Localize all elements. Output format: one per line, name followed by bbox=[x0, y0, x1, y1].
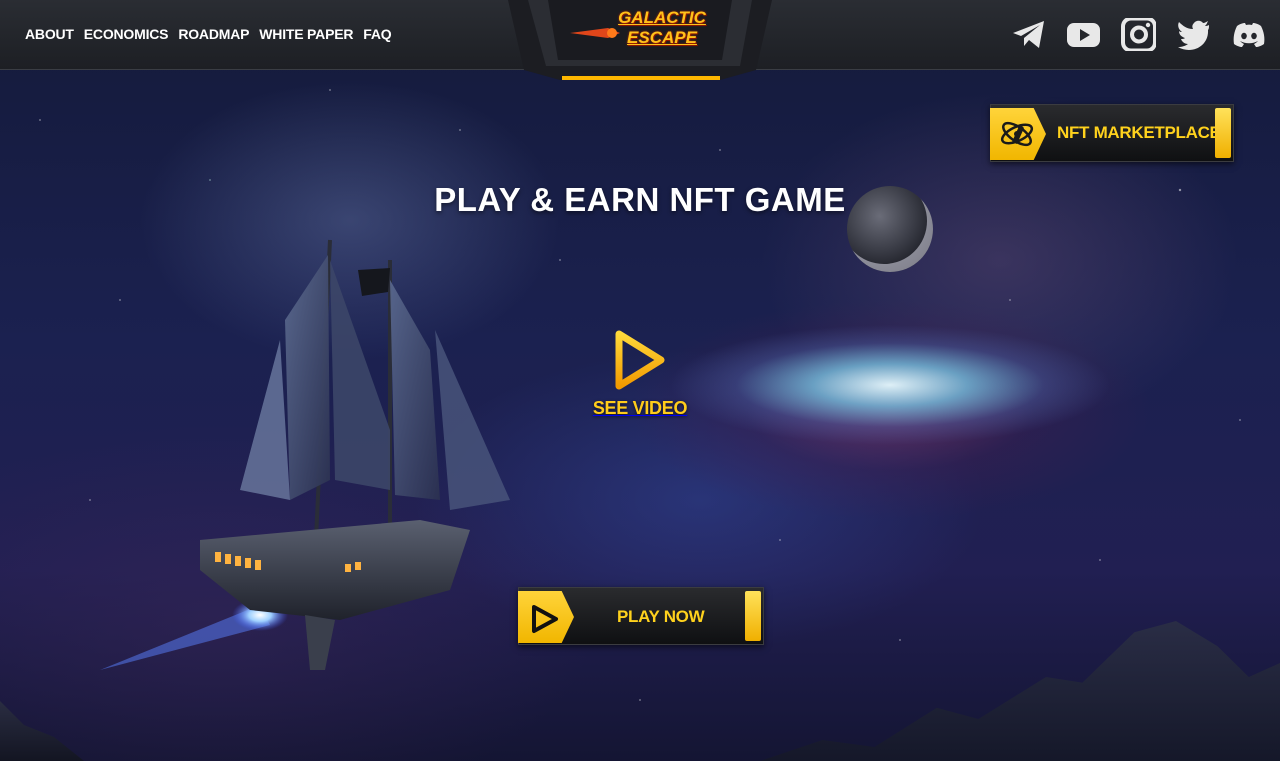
play-now-button[interactable]: PLAY NOW bbox=[518, 587, 764, 645]
nav-faq[interactable]: FAQ bbox=[363, 26, 391, 42]
telegram-icon[interactable] bbox=[1011, 18, 1046, 51]
nav-economics[interactable]: ECONOMICS bbox=[84, 26, 169, 42]
play-button-end-cap bbox=[745, 591, 761, 641]
see-video-label: SEE VIDEO bbox=[592, 398, 688, 418]
youtube-icon[interactable] bbox=[1066, 18, 1101, 51]
twitter-icon[interactable] bbox=[1176, 18, 1211, 51]
nft-marketplace-label: NFT MARKETPLACE bbox=[1057, 123, 1221, 142]
nft-marketplace-button[interactable]: NFT MARKETPLACE bbox=[990, 104, 1234, 162]
discord-icon[interactable] bbox=[1231, 18, 1266, 51]
hero-headline: PLAY & EARN NFT GAME bbox=[434, 181, 846, 218]
play-icon bbox=[615, 330, 665, 390]
play-triangle-icon bbox=[532, 605, 558, 633]
instagram-icon[interactable] bbox=[1121, 18, 1156, 51]
nft-badge bbox=[990, 108, 1046, 160]
logo-line-1: GALACTIC bbox=[618, 8, 706, 27]
galactic-escape-logo[interactable]: GALACTIC ESCAPE bbox=[612, 8, 712, 48]
pirate-ship-illustration bbox=[100, 239, 510, 670]
comet-icon bbox=[570, 28, 620, 38]
social-links bbox=[1011, 18, 1266, 51]
nav-white-paper[interactable]: WHITE PAPER bbox=[259, 26, 353, 42]
nav-roadmap[interactable]: ROADMAP bbox=[178, 26, 249, 42]
play-badge bbox=[518, 591, 574, 643]
nav-about[interactable]: ABOUT bbox=[25, 26, 74, 42]
atom-rocket-icon bbox=[1000, 121, 1034, 147]
nft-button-end-cap bbox=[1215, 108, 1231, 158]
logo-line-2: ESCAPE bbox=[627, 28, 697, 47]
main-nav: ABOUT ECONOMICS ROADMAP WHITE PAPER FAQ bbox=[25, 26, 392, 42]
play-now-label: PLAY NOW bbox=[617, 607, 705, 626]
see-video-button[interactable]: SEE VIDEO bbox=[590, 328, 690, 428]
